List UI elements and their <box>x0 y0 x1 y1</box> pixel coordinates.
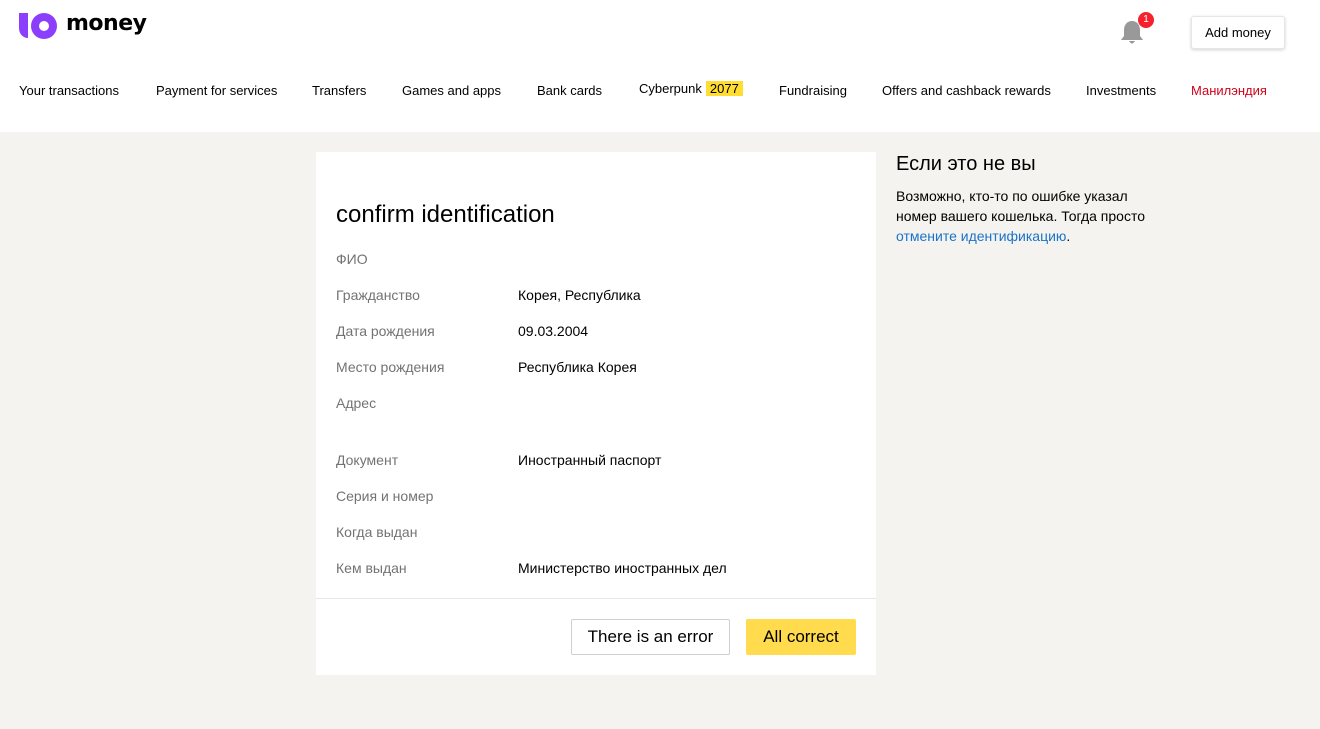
field-label: Серия и номер <box>336 488 434 504</box>
add-money-button[interactable]: Add money <box>1191 16 1285 49</box>
field-label: Гражданство <box>336 287 420 303</box>
nav-item-cyberpunk-badge: 2077 <box>705 81 743 96</box>
field-label: Когда выдан <box>336 524 418 540</box>
identification-card: confirm identification ФИО Гражданство К… <box>316 152 876 675</box>
field-label: Адрес <box>336 395 377 411</box>
notification-count-badge: 1 <box>1138 12 1154 28</box>
not-you-panel: Если это не вы Возможно, кто-то по ошибк… <box>896 152 1166 246</box>
not-you-text-end: . <box>1066 228 1071 244</box>
nav-item-games-and-apps[interactable]: Games and apps <box>402 80 501 102</box>
nav-item-cyberpunk-label: Cyberpunk <box>639 81 702 96</box>
logo-text: money <box>66 11 147 36</box>
card-title: confirm identification <box>336 201 555 228</box>
field-value: Министерство иностранных дел <box>518 560 727 576</box>
nav-item-payment-for-services[interactable]: Payment for services <box>156 80 277 102</box>
field-label: Документ <box>336 452 399 468</box>
nav-item-fundraising[interactable]: Fundraising <box>779 80 847 102</box>
nav-item-offers-cashback[interactable]: Offers and cashback rewards <box>882 80 1051 102</box>
card-divider <box>316 598 876 599</box>
yoomoney-logo-icon <box>19 13 57 39</box>
field-label: Место рождения <box>336 359 445 375</box>
yoomoney-logo[interactable]: money <box>19 11 147 40</box>
field-label: ФИО <box>336 251 368 267</box>
not-you-title: Если это не вы <box>896 153 1036 175</box>
nav-item-investments[interactable]: Investments <box>1086 80 1156 102</box>
not-you-text: Возможно, кто-то по ошибке указал номер … <box>896 186 1166 246</box>
field-value: Корея, Республика <box>518 287 641 303</box>
field-label: Дата рождения <box>336 323 435 339</box>
top-header: money 1 Add money Your transactions Paym… <box>0 0 1320 132</box>
nav-item-cyberpunk[interactable]: Cyberpunk 2077 <box>639 78 743 100</box>
not-you-description: Возможно, кто-то по ошибке указал номер … <box>896 188 1146 224</box>
there-is-an-error-button[interactable]: There is an error <box>571 619 730 655</box>
field-label: Кем выдан <box>336 560 407 576</box>
field-value: Республика Корея <box>518 359 637 375</box>
nav-item-transactions[interactable]: Your transactions <box>19 80 119 102</box>
nav-item-transfers[interactable]: Transfers <box>312 80 366 102</box>
nav-item-manilandia[interactable]: Манилэндия <box>1191 80 1267 102</box>
field-value: 09.03.2004 <box>518 323 589 339</box>
cancel-identification-link[interactable]: отмените идентификацию <box>896 228 1066 244</box>
all-correct-button[interactable]: All correct <box>746 619 856 655</box>
nav-item-bank-cards[interactable]: Bank cards <box>537 80 602 102</box>
field-value: Иностранный паспорт <box>518 452 662 468</box>
